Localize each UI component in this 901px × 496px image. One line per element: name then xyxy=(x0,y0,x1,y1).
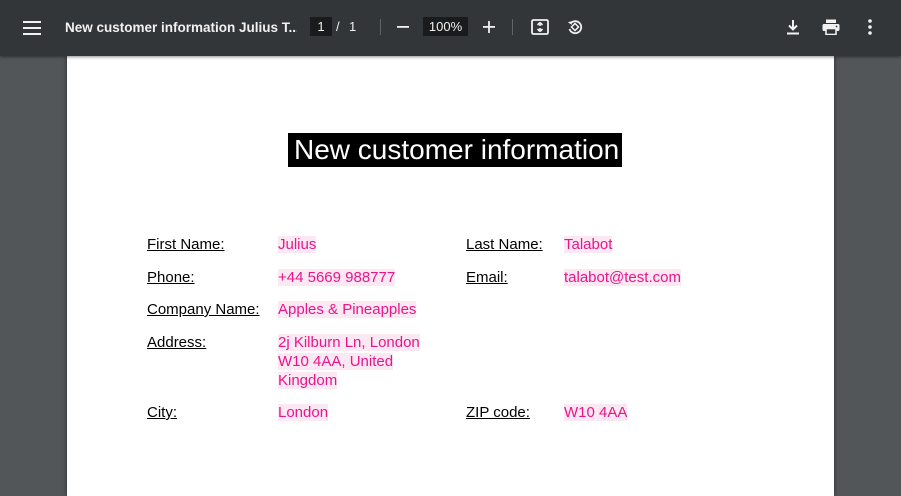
zip-code-label: ZIP code: xyxy=(466,404,530,421)
first-name-field[interactable]: Julius xyxy=(278,235,317,254)
menu-button[interactable] xyxy=(16,12,48,44)
pdf-page: New customer information First Name: Jul… xyxy=(67,56,834,496)
zip-code-field[interactable]: W10 4AA xyxy=(564,403,628,422)
email-label: Email: xyxy=(466,269,508,286)
toolbar-divider xyxy=(512,19,513,35)
zip-code-value: W10 4AA xyxy=(564,404,628,421)
last-name-label: Last Name: xyxy=(466,236,543,253)
city-label: City: xyxy=(147,404,177,421)
print-button[interactable] xyxy=(818,14,844,40)
hamburger-menu-icon xyxy=(23,21,41,35)
toolbar-divider xyxy=(380,19,381,35)
last-name-field[interactable]: Talabot xyxy=(564,235,613,254)
rotate-button[interactable] xyxy=(562,14,588,40)
city-field[interactable]: London xyxy=(278,403,329,422)
page-total: 1 xyxy=(349,19,357,34)
download-icon xyxy=(787,20,799,35)
phone-value: +44 5669 988777 xyxy=(278,269,396,286)
address-field[interactable]: 2j Kilburn Ln, London W10 4AA, United Ki… xyxy=(278,333,428,390)
fit-to-page-button[interactable] xyxy=(527,14,553,40)
page-number-input[interactable]: 1 xyxy=(310,17,332,36)
last-name-value: Talabot xyxy=(564,236,613,253)
address-value: 2j Kilburn Ln, London W10 4AA, United Ki… xyxy=(278,334,420,389)
company-name-value: Apples & Pineapples xyxy=(278,301,417,318)
pdf-toolbar: New customer information Julius T... 1 /… xyxy=(0,0,901,56)
print-icon xyxy=(822,19,840,35)
zoom-level-input[interactable]: 100% xyxy=(423,17,468,36)
fit-to-page-icon xyxy=(531,19,549,35)
phone-field[interactable]: +44 5669 988777 xyxy=(278,268,396,287)
first-name-value: Julius xyxy=(278,236,317,253)
city-value: London xyxy=(278,404,329,421)
rotate-counterclockwise-icon xyxy=(567,20,583,35)
download-button[interactable] xyxy=(780,14,806,40)
zoom-out-button[interactable] xyxy=(390,14,416,40)
document-heading: New customer information xyxy=(288,133,623,167)
plus-icon xyxy=(483,21,495,33)
email-value: talabot@test.com xyxy=(564,269,681,286)
zoom-in-button[interactable] xyxy=(476,14,502,40)
address-label: Address: xyxy=(147,334,207,351)
phone-label: Phone: xyxy=(147,269,195,286)
document-title: New customer information Julius T... xyxy=(65,20,297,35)
page-separator: / xyxy=(336,19,340,34)
company-name-field[interactable]: Apples & Pineapples xyxy=(278,300,417,319)
more-vert-icon xyxy=(868,19,872,35)
email-field[interactable]: talabot@test.com xyxy=(564,268,681,287)
minus-icon xyxy=(397,26,409,28)
more-options-button[interactable] xyxy=(857,14,883,40)
first-name-label: First Name: xyxy=(147,236,225,253)
company-name-label: Company Name: xyxy=(147,301,260,318)
